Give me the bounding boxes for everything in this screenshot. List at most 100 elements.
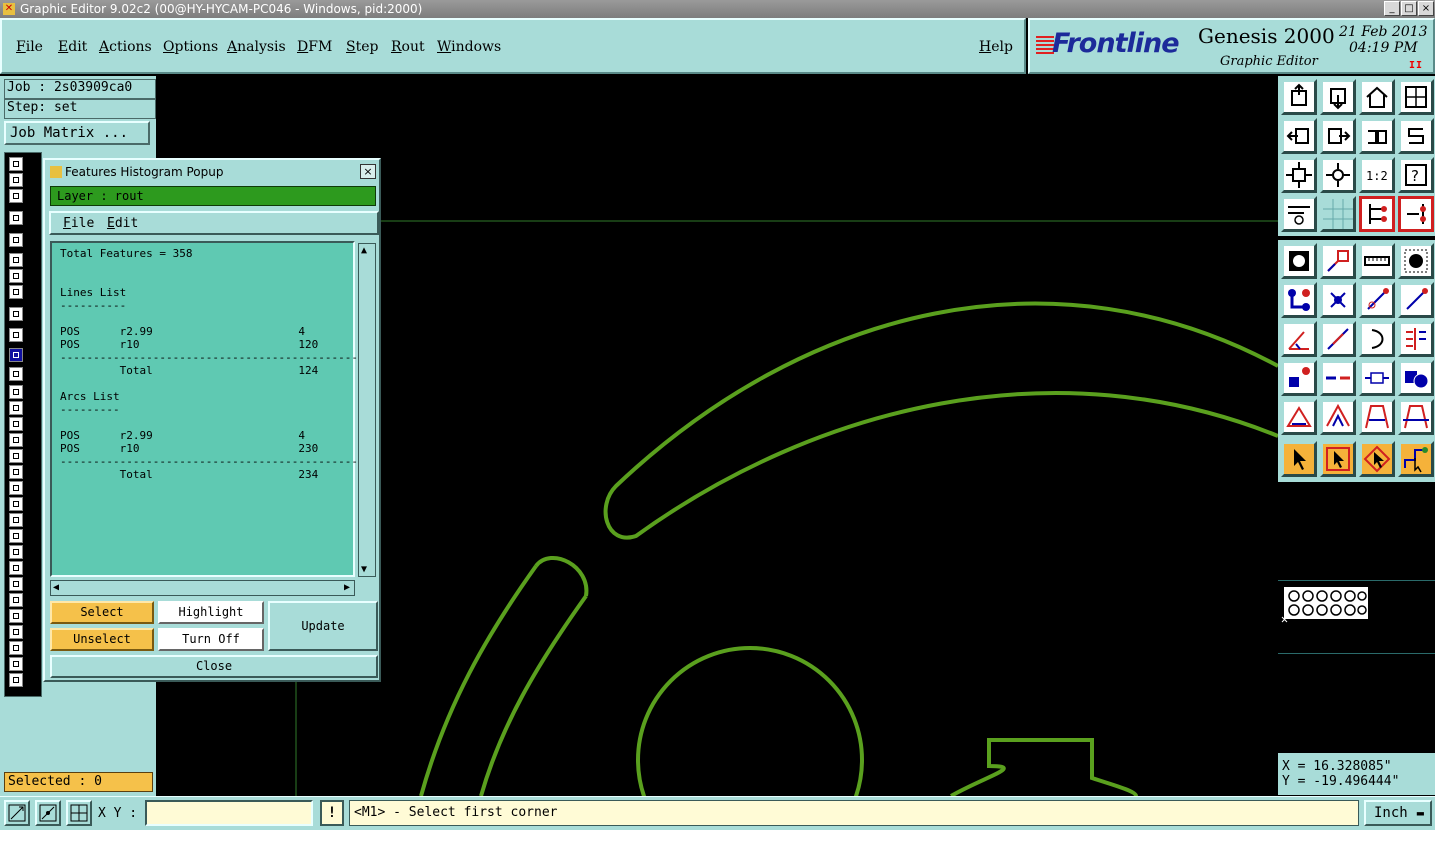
arc-icon[interactable]	[1359, 321, 1395, 357]
layer-toggle[interactable]	[9, 609, 23, 623]
popup-close-button[interactable]: Close	[50, 655, 378, 678]
select-button[interactable]: Select	[50, 601, 154, 624]
layer-toggle-active[interactable]	[9, 348, 23, 362]
frame-fill-icon[interactable]	[1398, 399, 1434, 435]
maximize-button[interactable]: □	[1401, 1, 1417, 16]
layer-toggle[interactable]	[9, 561, 23, 575]
unselect-button[interactable]: Unselect	[50, 628, 154, 651]
align-icon[interactable]	[1398, 321, 1434, 357]
add-line-icon[interactable]	[1359, 282, 1395, 318]
turn-off-button[interactable]: Turn Off	[158, 628, 264, 651]
layer-toggle[interactable]	[9, 401, 23, 415]
home-icon[interactable]	[1359, 79, 1395, 115]
menu-step[interactable]: Step	[346, 39, 378, 55]
layer-toggle[interactable]	[9, 433, 23, 447]
extend-line-icon[interactable]	[1398, 282, 1434, 318]
zoom-home-icon[interactable]	[1281, 157, 1317, 193]
layer-toggle[interactable]	[9, 673, 23, 687]
grid-snap-icon[interactable]	[66, 800, 92, 826]
menu-file[interactable]: File	[16, 39, 43, 55]
mini-map[interactable]	[1278, 580, 1435, 654]
job-matrix-button[interactable]: Job Matrix ...	[4, 121, 150, 145]
save-job-icon[interactable]	[1320, 79, 1356, 115]
layer-toggle[interactable]	[9, 253, 23, 267]
layer-toggle[interactable]	[9, 269, 23, 283]
minimize-button[interactable]: _	[1384, 1, 1400, 16]
layer-toggle[interactable]	[9, 497, 23, 511]
zoom-fit-icon[interactable]	[1320, 157, 1356, 193]
snap-right-icon[interactable]	[1398, 196, 1434, 232]
layer-toggle[interactable]	[9, 189, 23, 203]
update-button[interactable]: Update	[268, 601, 378, 651]
layer-toggle[interactable]	[9, 449, 23, 463]
layer-toggle[interactable]	[9, 385, 23, 399]
layer-toggle[interactable]	[9, 641, 23, 655]
shapes-icon[interactable]	[1398, 360, 1434, 396]
layer-toggle[interactable]	[9, 481, 23, 495]
menu-rout[interactable]: Rout	[391, 39, 425, 55]
vertical-scrollbar[interactable]: ▲ ▼	[358, 243, 376, 577]
layer-toggle[interactable]	[9, 465, 23, 479]
layer-toggle[interactable]	[9, 211, 23, 225]
move-icon[interactable]	[1281, 360, 1317, 396]
draw-shape-icon[interactable]	[1320, 243, 1356, 279]
triangle-outline-icon[interactable]	[1281, 399, 1317, 435]
stretch-icon[interactable]	[1359, 360, 1395, 396]
pan-left-icon[interactable]	[1281, 118, 1317, 154]
close-window-button[interactable]: ×	[1418, 1, 1434, 16]
delete-point-icon[interactable]	[1320, 282, 1356, 318]
scroll-up-icon[interactable]: ▲	[361, 245, 367, 256]
menu-analysis[interactable]: Analysis	[227, 39, 286, 55]
alert-icon[interactable]: !	[320, 800, 344, 826]
select-box-icon[interactable]	[1320, 441, 1356, 477]
snap-left-icon[interactable]	[1359, 196, 1395, 232]
feature-info-icon[interactable]	[1281, 243, 1317, 279]
zoom-ratio-icon[interactable]: 1:2	[1359, 157, 1395, 193]
layer-toggle[interactable]	[9, 285, 23, 299]
layer-toggle[interactable]	[9, 545, 23, 559]
redraw-icon[interactable]	[1398, 118, 1434, 154]
menu-actions[interactable]: Actions	[99, 39, 152, 55]
angle-icon[interactable]	[1281, 321, 1317, 357]
layer-toggle[interactable]	[9, 577, 23, 591]
pan-right-icon[interactable]	[1320, 118, 1356, 154]
select-pointer-icon[interactable]	[1281, 441, 1317, 477]
highlight-button[interactable]: Highlight	[158, 601, 264, 624]
layer-toggle[interactable]	[9, 657, 23, 671]
measure-tool-icon[interactable]	[1281, 196, 1317, 232]
grid-icon[interactable]	[1320, 196, 1356, 232]
popup-close-icon[interactable]: ×	[360, 164, 376, 179]
layer-toggle[interactable]	[9, 328, 23, 342]
open-job-icon[interactable]	[1281, 79, 1317, 115]
undo-view-icon[interactable]	[1359, 118, 1395, 154]
menu-dfm[interactable]: DFM	[297, 39, 332, 55]
layer-toggle[interactable]	[9, 593, 23, 607]
select-polygon-icon[interactable]	[1359, 441, 1395, 477]
layer-toggle[interactable]	[9, 233, 23, 247]
pause-icon[interactable]: II	[1409, 60, 1423, 71]
menu-edit[interactable]: Edit	[58, 39, 87, 55]
layer-toggle[interactable]	[9, 417, 23, 431]
histogram-text-area[interactable]: Total Features = 358 Lines List --------…	[50, 241, 358, 577]
connect-points-icon[interactable]	[1281, 282, 1317, 318]
popup-menu-edit[interactable]: Edit	[107, 216, 138, 231]
layer-toggle[interactable]	[9, 529, 23, 543]
select-net-icon[interactable]	[1398, 441, 1434, 477]
layer-toggle[interactable]	[9, 157, 23, 171]
frame-icon[interactable]	[1359, 399, 1395, 435]
layer-toggle[interactable]	[9, 307, 23, 321]
zoom-area-icon[interactable]	[4, 800, 30, 826]
help-icon[interactable]: ?	[1398, 157, 1434, 193]
units-select[interactable]: Inch ▬	[1364, 800, 1432, 826]
layer-toggle[interactable]	[9, 513, 23, 527]
menu-windows[interactable]: Windows	[437, 39, 501, 55]
layer-toggle[interactable]	[9, 367, 23, 381]
xy-input[interactable]	[145, 800, 313, 826]
menu-options[interactable]: Options	[163, 39, 218, 55]
window-split-icon[interactable]	[1398, 79, 1434, 115]
line-icon[interactable]	[1320, 321, 1356, 357]
horizontal-scrollbar[interactable]: ◀ ▶	[50, 580, 355, 596]
scroll-down-icon[interactable]: ▼	[361, 564, 367, 575]
triangle-up-icon[interactable]	[1320, 399, 1356, 435]
layer-toggle[interactable]	[9, 625, 23, 639]
